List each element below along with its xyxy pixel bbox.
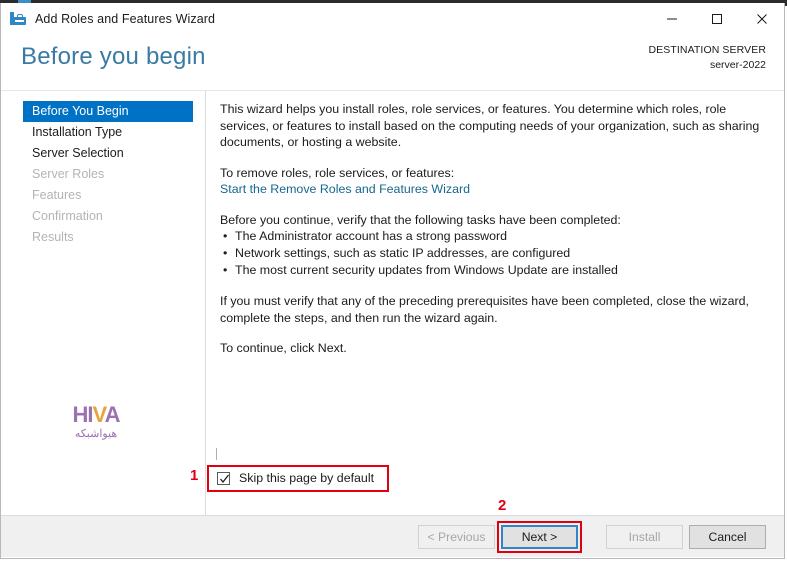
minimize-icon: [666, 18, 677, 19]
toolbox-icon: [10, 11, 27, 27]
intro-paragraph: This wizard helps you install roles, rol…: [220, 102, 760, 149]
wizard-navigation-sidebar: Before You Begin Installation Type Serve…: [1, 91, 206, 515]
checkmark-icon: [220, 474, 230, 484]
maximize-button[interactable]: [694, 3, 739, 34]
close-button[interactable]: [739, 3, 784, 34]
list-item: Network settings, such as static IP addr…: [220, 245, 766, 262]
hiva-logo-accent: V: [92, 402, 106, 427]
cancel-button[interactable]: Cancel: [689, 525, 766, 549]
skip-this-page-label[interactable]: Skip this page by default: [239, 471, 374, 485]
wizard-step-list: Before You Begin Installation Type Serve…: [23, 101, 193, 248]
sidebar-item-before-you-begin[interactable]: Before You Begin: [23, 101, 193, 122]
hiva-logo-part2: A: [104, 402, 121, 427]
list-item: The most current security updates from W…: [220, 262, 766, 279]
annotation-number-2: 2: [498, 497, 507, 514]
window-title: Add Roles and Features Wizard: [35, 11, 216, 26]
maximize-icon: [711, 13, 722, 24]
sidebar-item-features: Features: [32, 188, 82, 202]
close-icon: [756, 13, 767, 24]
remove-roles-wizard-link[interactable]: Start the Remove Roles and Features Wiza…: [220, 181, 766, 198]
hiva-logo-mark: HIVA: [72, 402, 121, 427]
wizard-body: Before You Begin Installation Type Serve…: [1, 91, 784, 515]
sidebar-item-results: Results: [32, 230, 74, 244]
prerequisites-list: The Administrator account has a strong p…: [220, 228, 766, 279]
page-header: Before you begin DESTINATION SERVER serv…: [1, 34, 784, 91]
sidebar-item-server-selection[interactable]: Server Selection: [23, 143, 193, 164]
hiva-watermark-logo: HIVA هیواشبکه: [63, 404, 129, 441]
hiva-logo-subtitle: هیواشبکه: [74, 428, 118, 440]
wizard-footer: < Previous Next > Install Cancel 2: [1, 497, 784, 557]
install-button: Install: [606, 525, 683, 549]
prerequisites-heading: Before you continue, verify that the fol…: [220, 212, 621, 227]
hiva-logo-part1: HI: [72, 402, 94, 427]
destination-server-label: DESTINATION SERVER: [648, 44, 766, 56]
previous-button: < Previous: [418, 525, 495, 549]
sidebar-item-installation-type[interactable]: Installation Type: [23, 122, 193, 143]
annotation-leader-line: [216, 448, 217, 460]
list-item: The Administrator account has a strong p…: [220, 228, 766, 245]
remove-instructions: To remove roles, role services, or featu…: [220, 165, 455, 180]
destination-server-block: DESTINATION SERVER server-2022: [648, 43, 766, 73]
annotation-highlight-box-2: [497, 521, 582, 553]
title-bar: Add Roles and Features Wizard: [1, 3, 784, 34]
window-controls: [649, 3, 784, 34]
sidebar-item-confirmation: Confirmation: [32, 209, 103, 223]
sidebar-item-server-roles: Server Roles: [32, 167, 105, 181]
destination-server-value: server-2022: [709, 59, 766, 71]
verify-paragraph: If you must verify that any of the prece…: [220, 294, 749, 325]
skip-this-page-checkbox[interactable]: [217, 472, 230, 485]
wizard-content: This wizard helps you install roles, rol…: [207, 91, 784, 515]
page-title: Before you begin: [21, 43, 206, 70]
add-roles-and-features-wizard-window: Add Roles and Features Wizard Before you…: [0, 3, 785, 559]
continue-paragraph: To continue, click Next.: [220, 341, 347, 355]
annotation-number-1: 1: [190, 467, 199, 484]
minimize-button[interactable]: [649, 3, 694, 34]
skip-page-row: 1 Skip this page by default: [190, 448, 767, 499]
